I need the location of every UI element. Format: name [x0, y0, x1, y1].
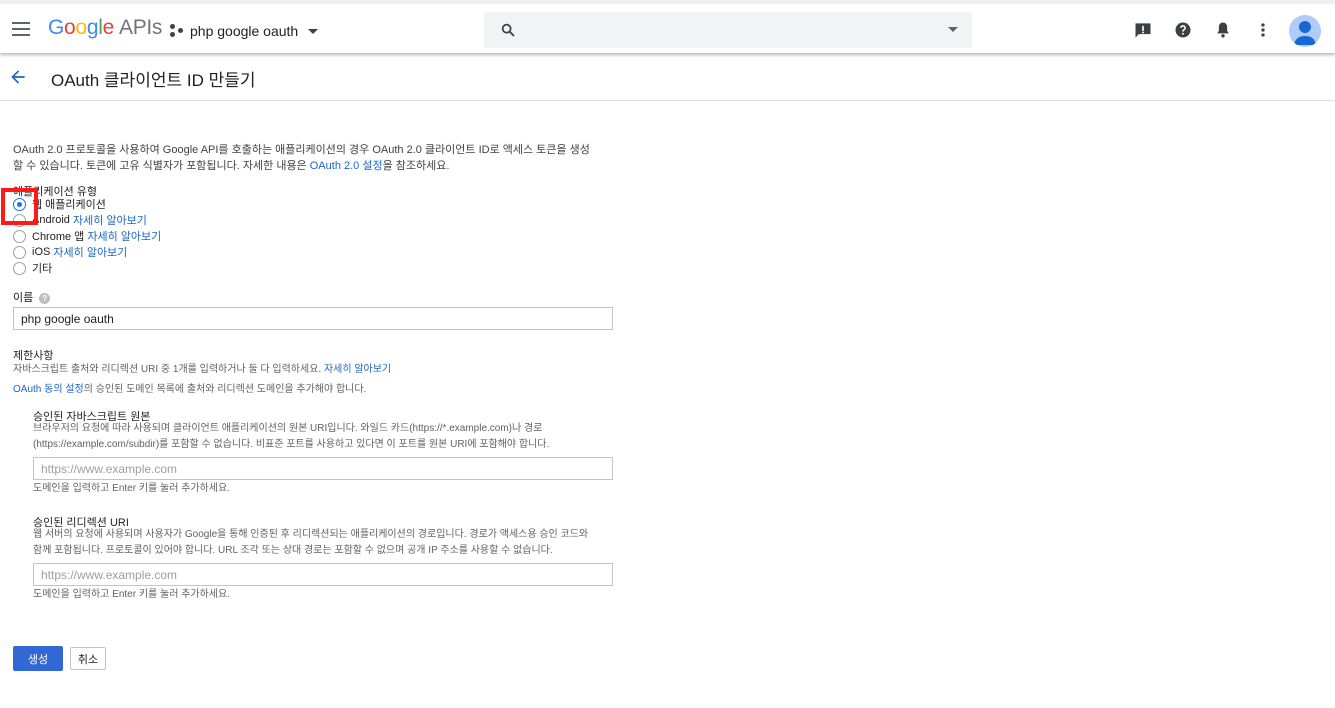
help-icon[interactable]: ? — [39, 292, 51, 304]
top-app-bar: Google APIs php google oauth — [0, 0, 1335, 53]
radio-other[interactable]: 기타 — [13, 260, 52, 276]
learn-more-link[interactable]: 자세히 알아보기 — [324, 364, 391, 375]
search-icon — [501, 23, 515, 37]
help-icon[interactable] — [1173, 20, 1193, 40]
name-input[interactable] — [13, 307, 613, 330]
js-origins-desc: 브라우저의 요청에 따라 사용되며 클라이언트 애플리케이션의 원본 URI입니… — [33, 423, 550, 450]
learn-more-link[interactable]: 자세히 알아보기 — [53, 244, 127, 260]
page-title: OAuth 클라이언트 ID 만들기 — [51, 71, 256, 90]
redirect-uris-desc: 웹 서버의 요청에 사용되며 사용자가 Google을 통해 인증된 후 리디렉… — [33, 529, 589, 556]
js-origin-hint: 도메인을 입력하고 Enter 키를 눌러 추가하세요. — [33, 483, 230, 494]
restrictions-desc: 자바스크립트 출처와 리디렉션 URI 중 1개를 입력하거나 둘 다 입력하세… — [13, 364, 392, 375]
radio-ios[interactable]: iOS 자세히 알아보기 — [13, 244, 127, 260]
radio-chrome-app[interactable]: Chrome 앱 자세히 알아보기 — [13, 228, 161, 244]
search-dropdown-icon[interactable] — [948, 27, 958, 32]
back-arrow-icon[interactable] — [8, 67, 28, 87]
search-bar[interactable] — [484, 12, 972, 48]
name-label: 이름? — [13, 289, 51, 305]
consent-note: OAuth 동의 설정의 승인된 도메인 목록에 출처와 리디렉션 도메인을 추… — [13, 384, 367, 395]
radio-button[interactable] — [13, 229, 26, 243]
radio-button[interactable] — [13, 261, 26, 275]
restrictions-title: 제한사항 — [13, 350, 54, 362]
cancel-button[interactable]: 취소 — [70, 647, 106, 670]
menu-icon[interactable] — [12, 22, 30, 36]
intro-text: OAuth 2.0 프로토콜을 사용하여 Google API를 호출하는 애플… — [13, 142, 590, 174]
notifications-icon[interactable] — [1213, 20, 1233, 40]
project-name: php google oauth — [190, 23, 299, 39]
page-header: OAuth 클라이언트 ID 만들기 — [0, 53, 1335, 101]
feedback-icon[interactable] — [1133, 20, 1153, 40]
more-vert-icon[interactable] — [1253, 20, 1273, 40]
intro-line-1: OAuth 2.0 프로토콜을 사용하여 Google API를 호출하는 애플… — [13, 144, 590, 156]
annotation-highlight-box — [1, 188, 38, 225]
project-dots-icon — [170, 24, 184, 38]
radio-button[interactable] — [13, 245, 26, 259]
chevron-down-icon — [308, 28, 319, 34]
js-origin-input[interactable] — [33, 457, 613, 480]
oauth-consent-link[interactable]: OAuth 동의 설정 — [13, 384, 84, 395]
person-icon — [1294, 21, 1316, 45]
project-selector[interactable]: php google oauth — [170, 20, 319, 42]
intro-line-2: 할 수 있습니다. 토큰에 고유 식별자가 포함됩니다. 자세한 내용은 OAu… — [13, 160, 450, 172]
google-apis-logo[interactable]: Google APIs — [48, 16, 162, 40]
learn-more-link[interactable]: 자세히 알아보기 — [73, 212, 147, 228]
account-avatar[interactable] — [1289, 15, 1321, 47]
redirect-uri-input[interactable] — [33, 563, 613, 586]
learn-more-link[interactable]: 자세히 알아보기 — [87, 228, 161, 244]
oauth-settings-link[interactable]: OAuth 2.0 설정 — [310, 160, 383, 172]
create-button[interactable]: 생성 — [13, 646, 63, 671]
redirect-uri-hint: 도메인을 입력하고 Enter 키를 눌러 추가하세요. — [33, 589, 230, 600]
